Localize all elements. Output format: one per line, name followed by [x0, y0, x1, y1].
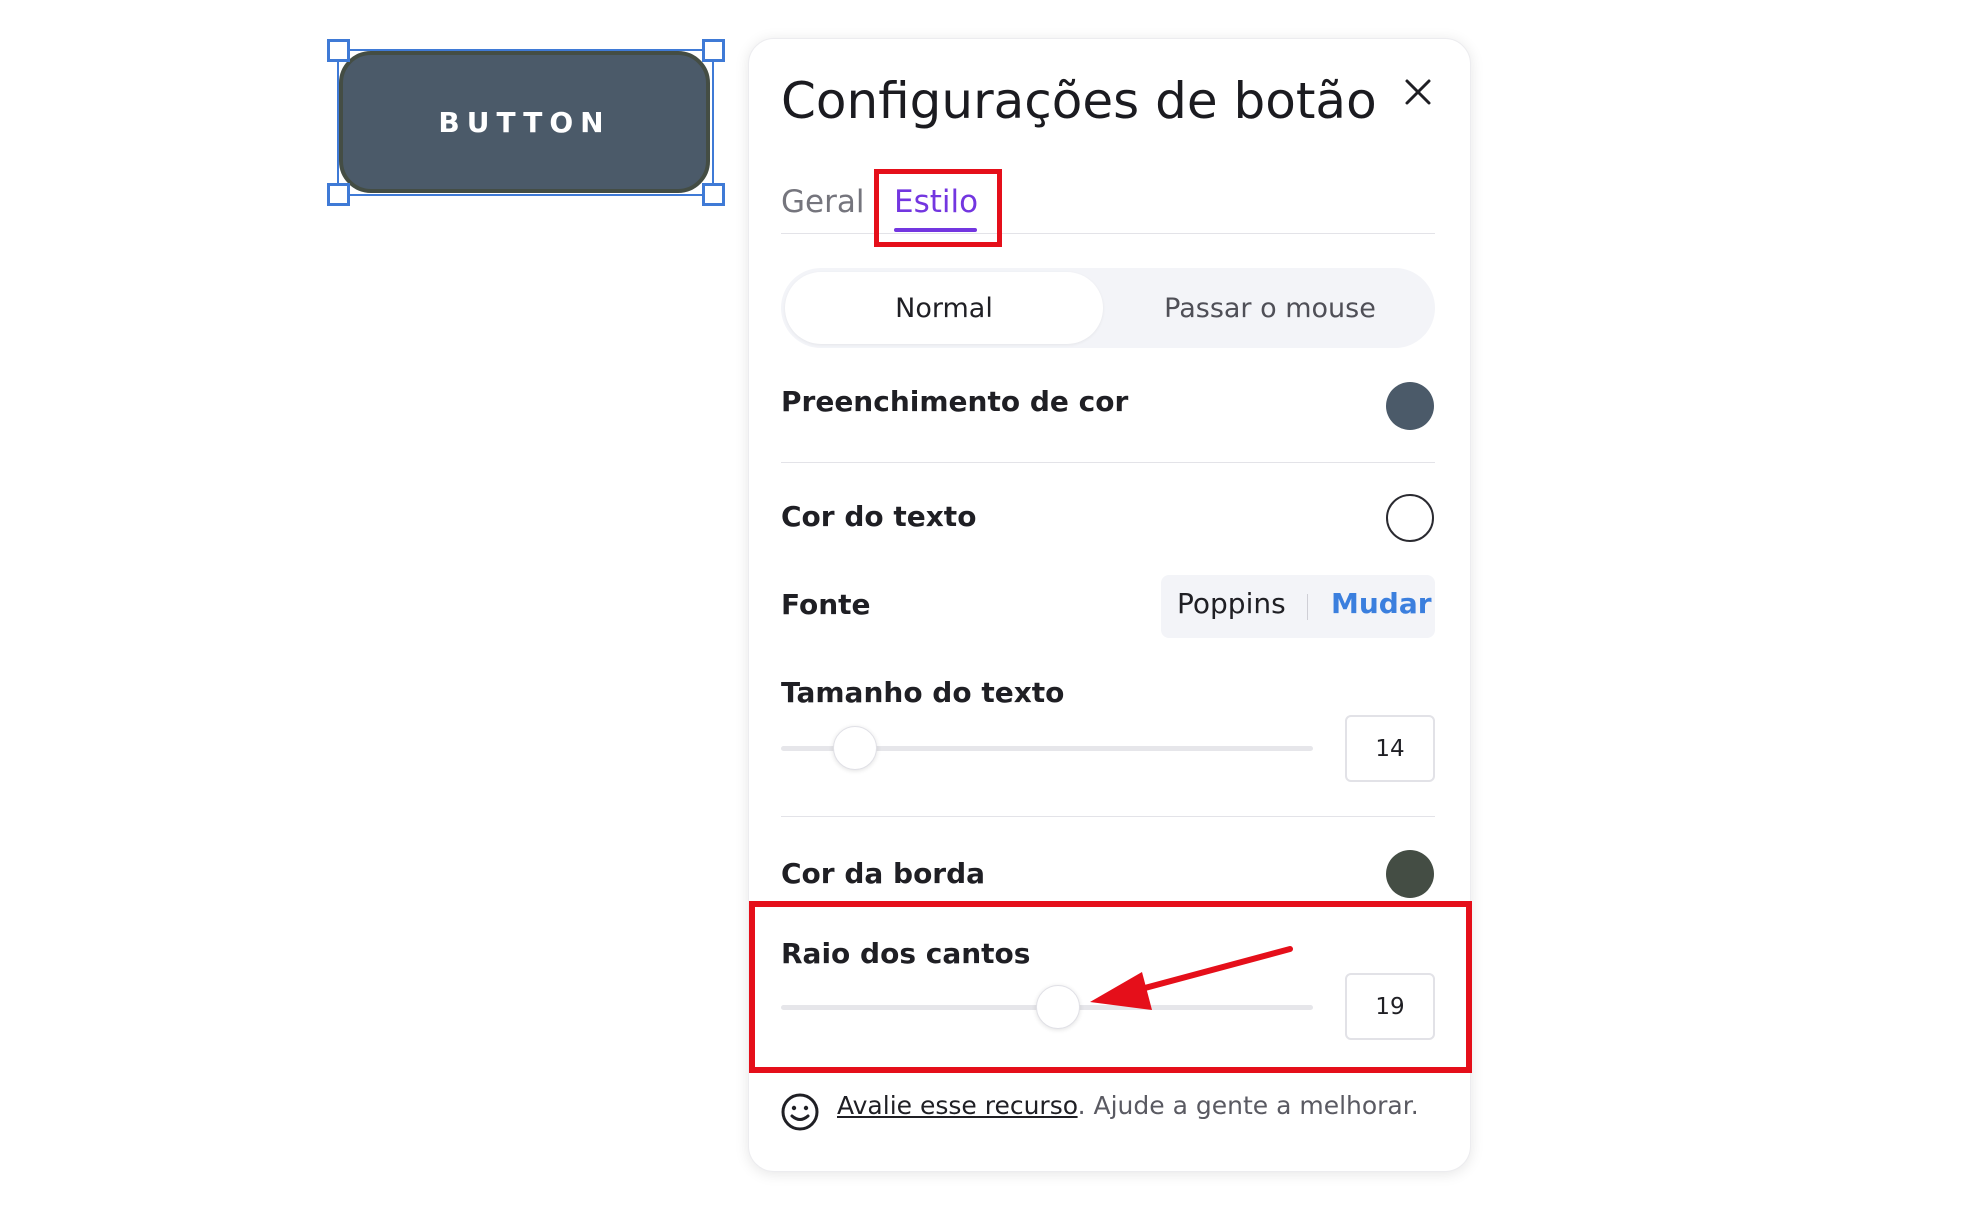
font-label: Fonte — [781, 588, 871, 621]
font-separator — [1307, 594, 1308, 620]
rate-feature-link[interactable]: Avalie esse recurso — [837, 1091, 1078, 1120]
change-font-button[interactable]: Mudar — [1331, 587, 1432, 620]
close-icon — [1405, 79, 1431, 105]
fill-color-swatch[interactable] — [1386, 382, 1434, 430]
section-divider — [781, 816, 1435, 817]
state-normal-button[interactable]: Normal — [785, 272, 1103, 344]
close-button[interactable] — [1400, 74, 1436, 110]
feedback-text: Avalie esse recurso. Ajude a gente a mel… — [837, 1091, 1419, 1120]
text-size-input[interactable]: 14 — [1345, 715, 1435, 782]
smile-icon — [781, 1093, 819, 1131]
resize-handle-top-left[interactable] — [327, 39, 350, 62]
panel-title: Configurações de botão — [781, 72, 1377, 130]
border-color-label: Cor da borda — [781, 857, 986, 890]
section-divider — [781, 462, 1435, 463]
text-size-label: Tamanho do texto — [781, 676, 1065, 709]
resize-handle-bottom-left[interactable] — [327, 183, 350, 206]
text-size-value: 14 — [1375, 735, 1405, 762]
annotation-highlight-tab — [874, 169, 1002, 247]
tab-geral[interactable]: Geral — [781, 184, 864, 220]
feedback-suffix: . Ajude a gente a melhorar. — [1077, 1091, 1419, 1120]
font-name: Poppins — [1177, 587, 1286, 620]
canvas-button-label: BUTTON — [438, 105, 611, 139]
text-color-label: Cor do texto — [781, 500, 977, 533]
border-color-swatch[interactable] — [1386, 850, 1434, 898]
canvas-button[interactable]: BUTTON — [339, 51, 710, 193]
state-hover-button[interactable]: Passar o mouse — [1110, 272, 1430, 344]
text-color-swatch[interactable] — [1386, 494, 1434, 542]
fill-color-label: Preenchimento de cor — [781, 385, 1129, 418]
annotation-arrow-icon — [1090, 946, 1293, 1010]
resize-handle-bottom-right[interactable] — [702, 183, 725, 206]
resize-handle-top-right[interactable] — [702, 39, 725, 62]
